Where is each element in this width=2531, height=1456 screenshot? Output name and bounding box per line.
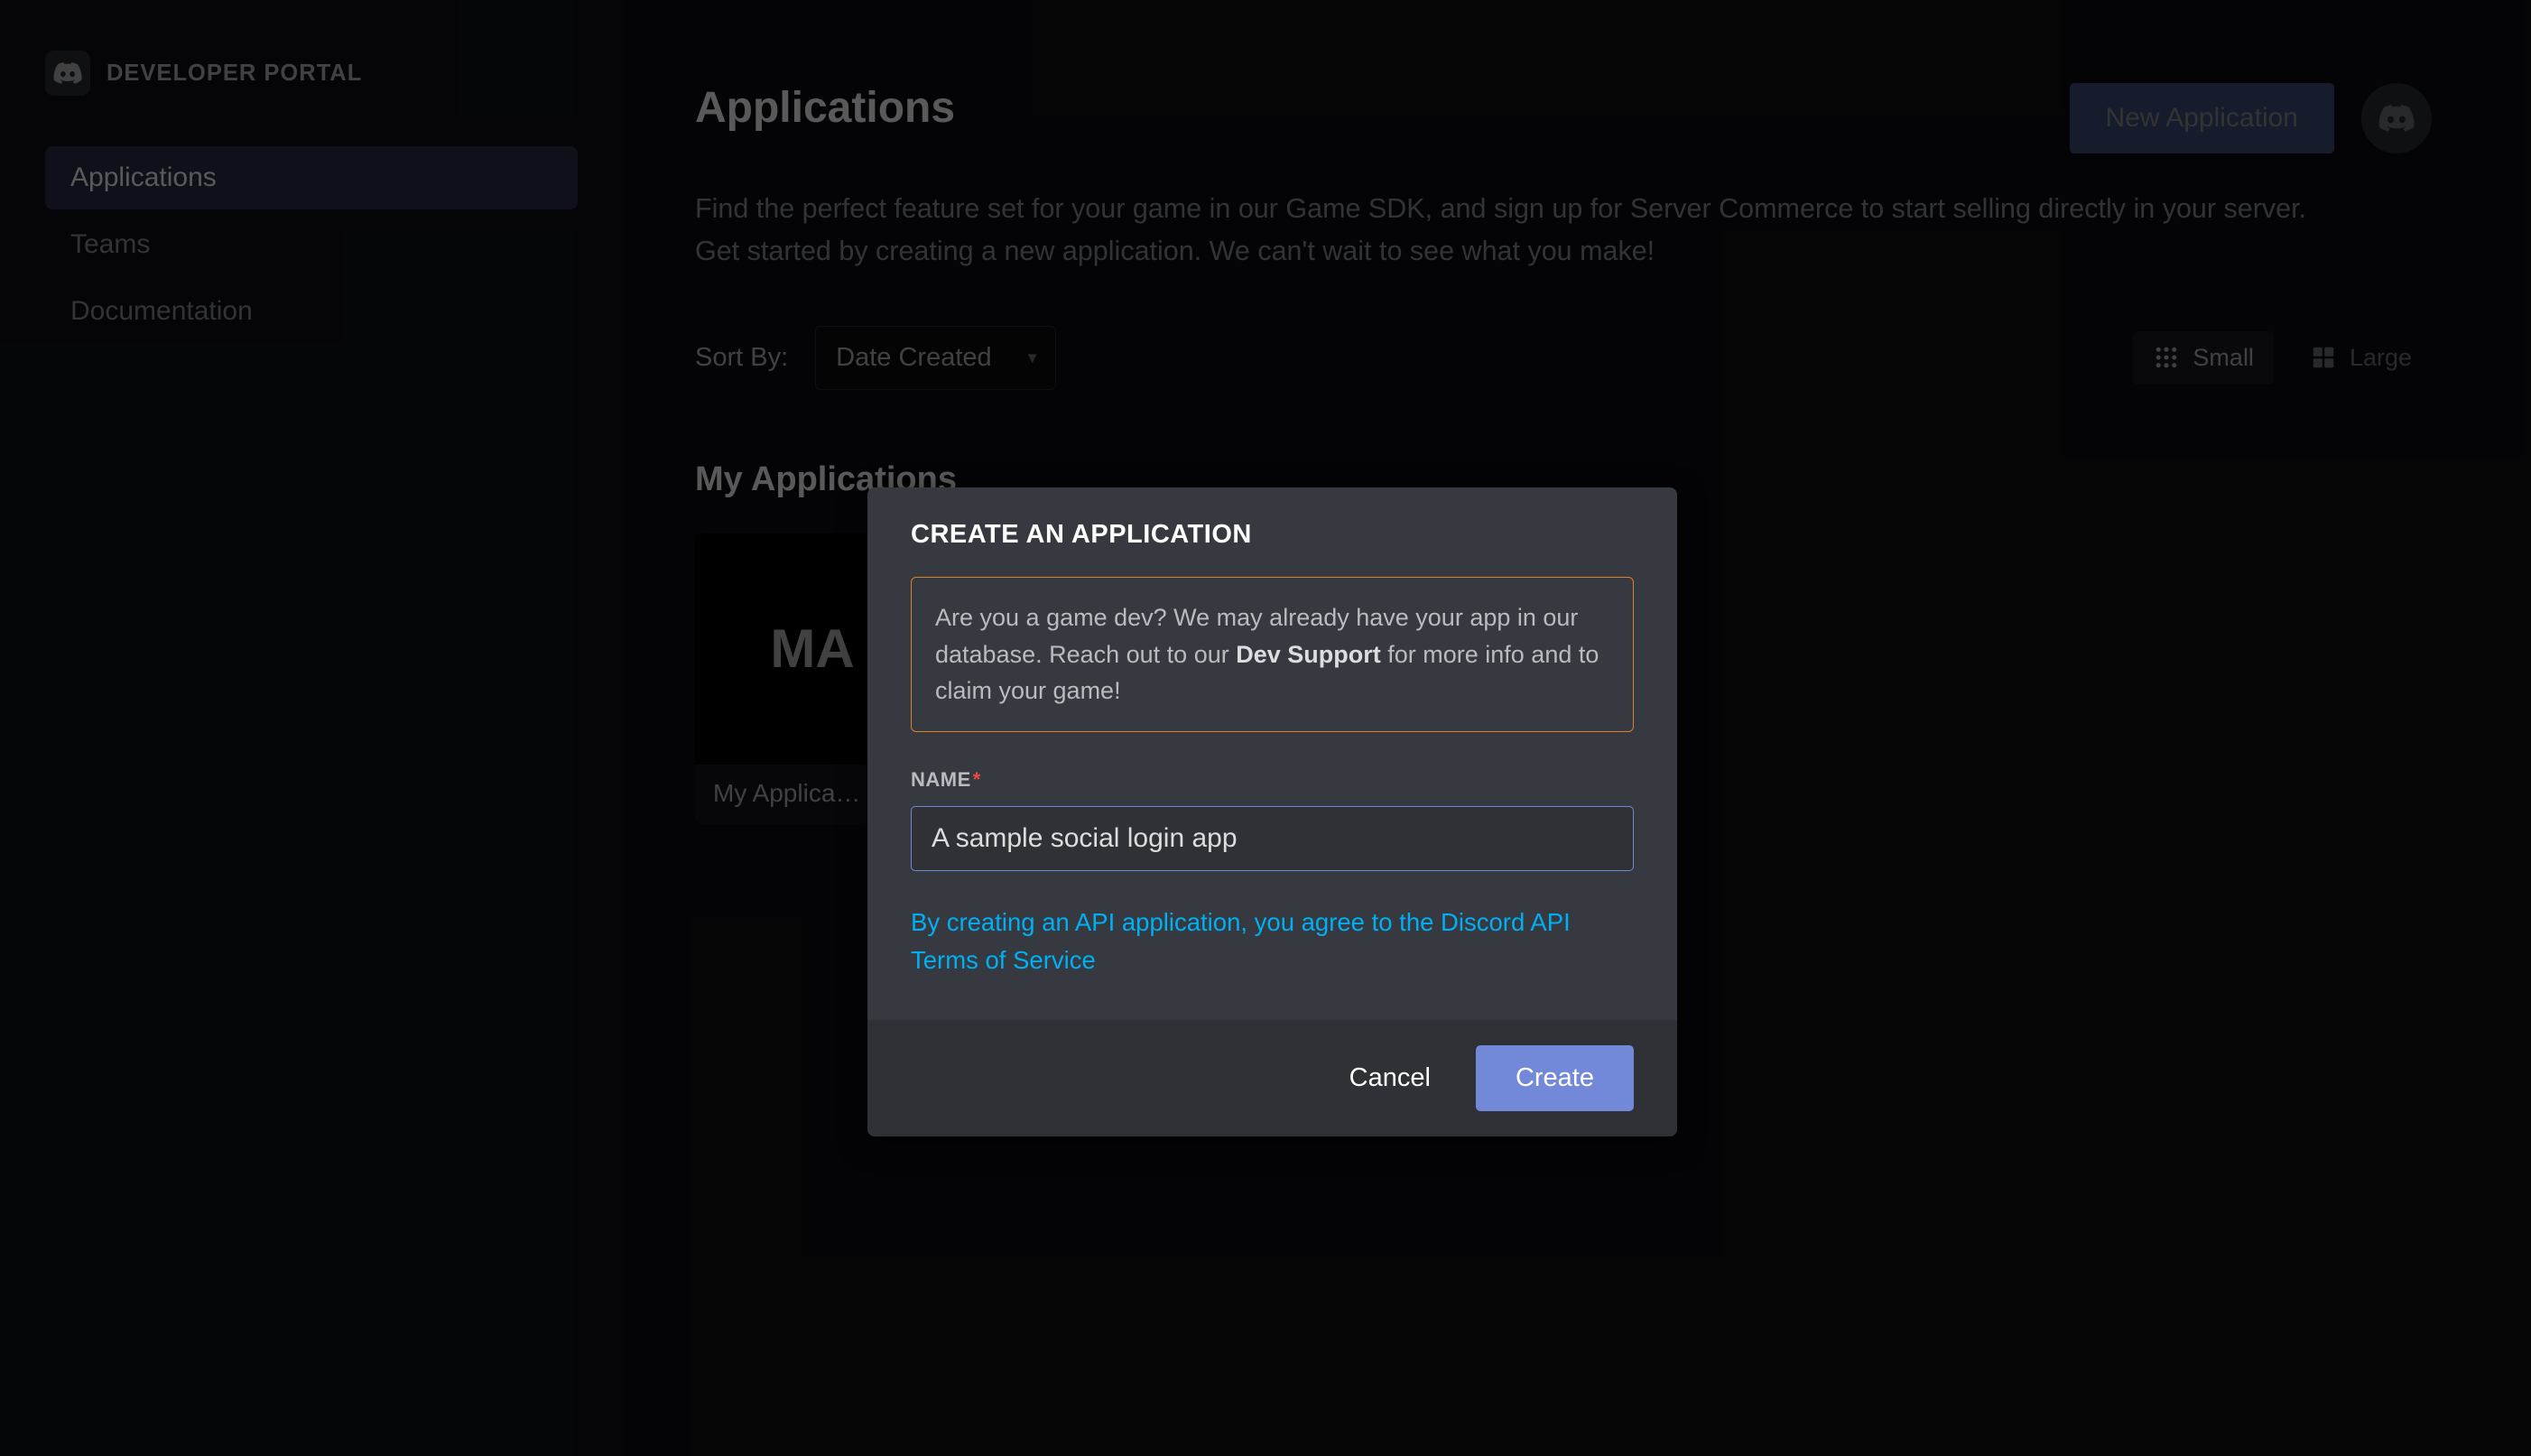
cancel-button[interactable]: Cancel (1349, 1063, 1431, 1093)
name-field-label: NAME* (911, 768, 1634, 792)
required-star-icon: * (973, 768, 981, 791)
modal-body: CREATE AN APPLICATION Are you a game dev… (867, 487, 1677, 1020)
notice-dev-support-link[interactable]: Dev Support (1236, 641, 1381, 668)
create-application-modal: CREATE AN APPLICATION Are you a game dev… (867, 487, 1677, 1136)
game-dev-notice: Are you a game dev? We may already have … (911, 577, 1634, 732)
application-name-input[interactable] (911, 806, 1634, 871)
create-button[interactable]: Create (1476, 1045, 1634, 1111)
modal-footer: Cancel Create (867, 1020, 1677, 1136)
name-label-text: NAME (911, 768, 971, 791)
tos-link[interactable]: By creating an API application, you agre… (911, 904, 1634, 980)
modal-title: CREATE AN APPLICATION (911, 520, 1634, 550)
